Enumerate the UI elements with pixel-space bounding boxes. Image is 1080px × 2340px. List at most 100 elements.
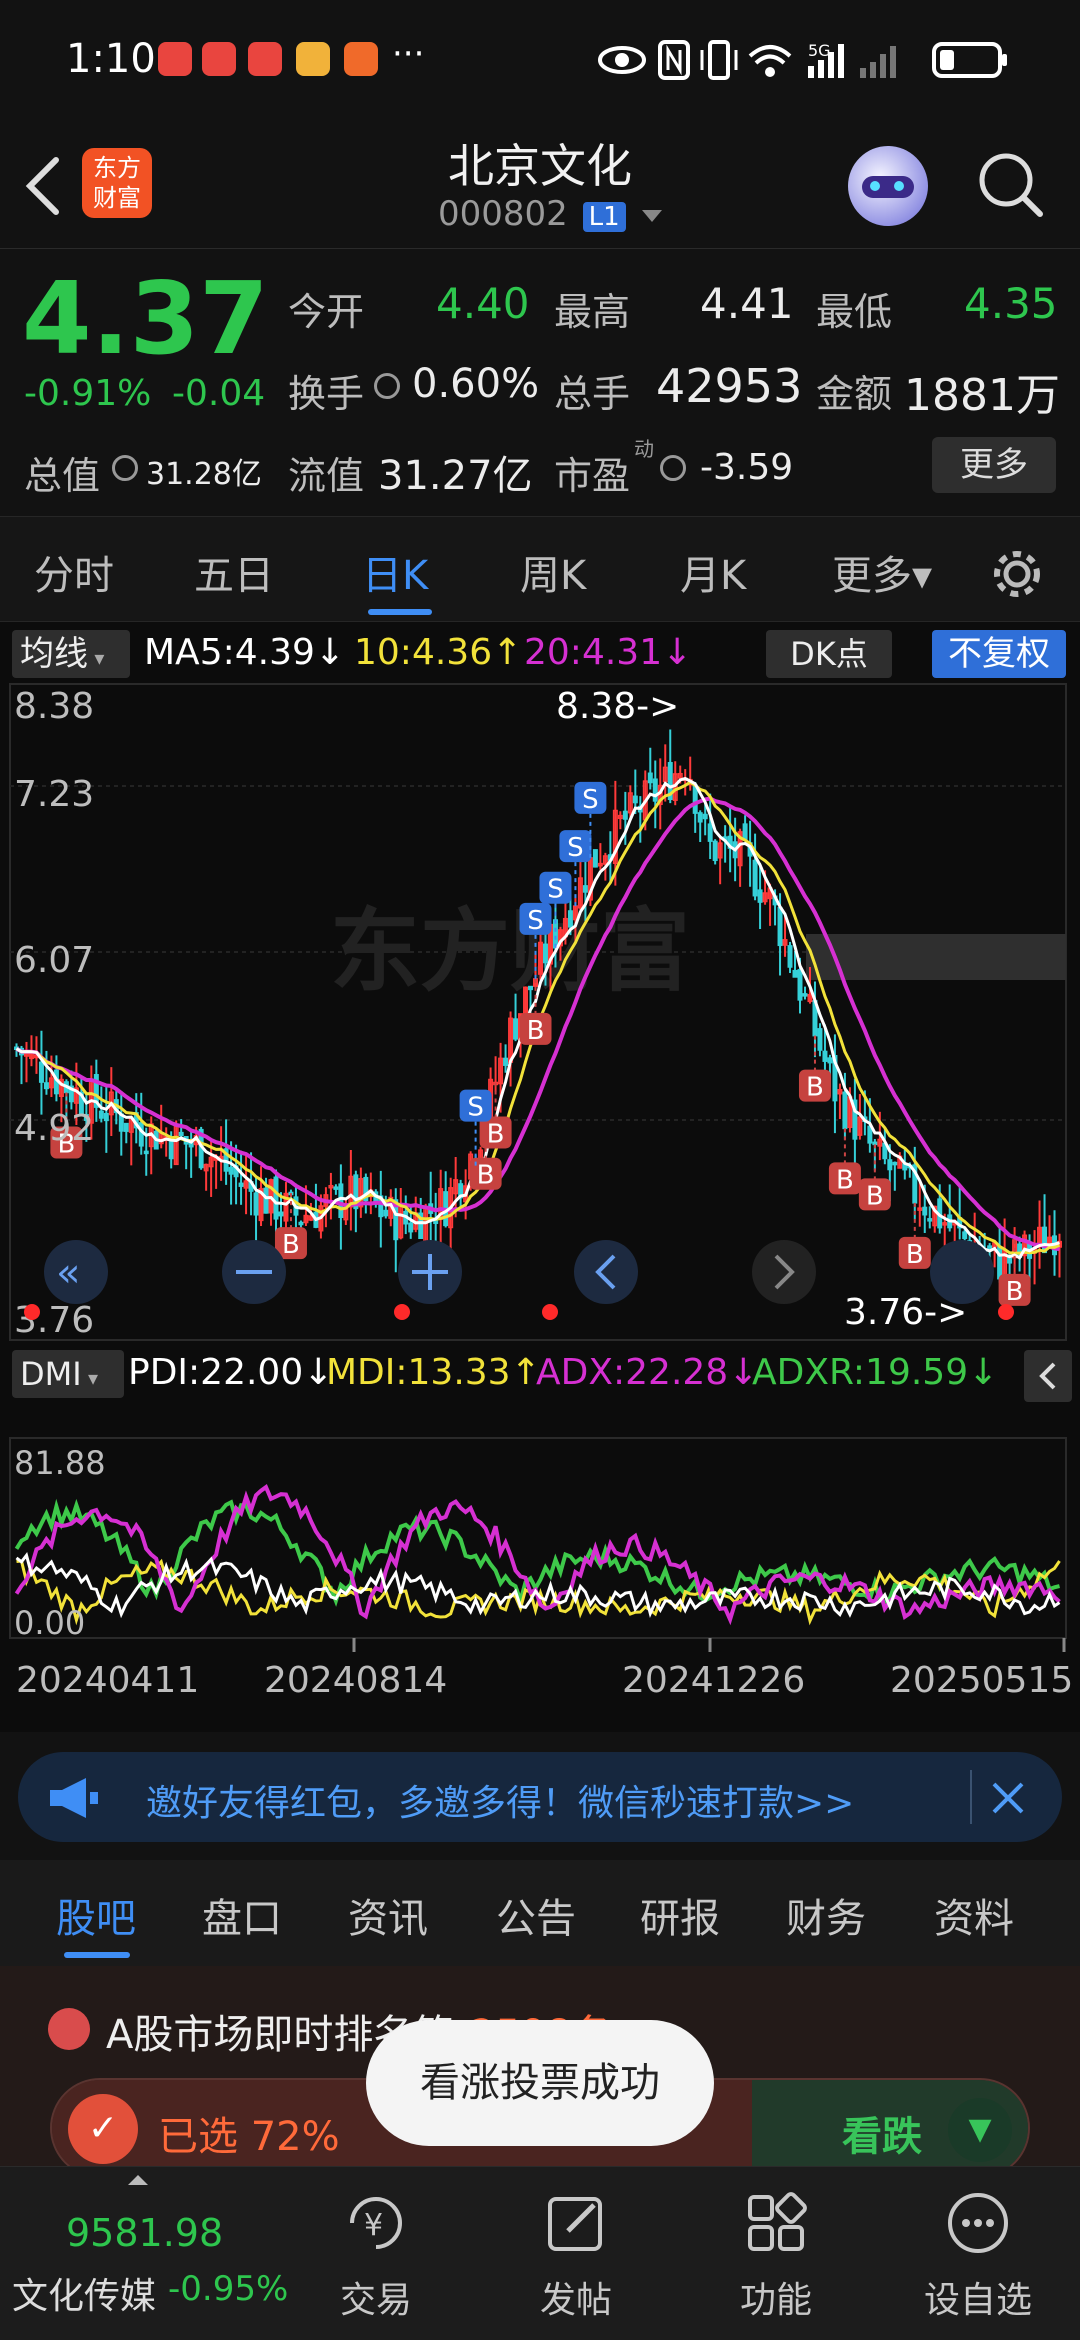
more-circle-icon [948, 2193, 1008, 2253]
candle-body [777, 906, 783, 947]
candle-body [263, 1187, 269, 1214]
candle-body [987, 1245, 993, 1250]
turnover-label: 换手 [288, 372, 365, 416]
nav-trade[interactable]: ¥ 交易 [276, 2167, 476, 2340]
candle-body [647, 772, 653, 784]
bottom-navigation: 9581.98 文化传媒 -0.95% ¥ 交易 发帖 功能 设自选 [0, 2166, 1080, 2340]
volume-value: 42953 [656, 359, 803, 413]
ma5-value: MA5:4.39↓ [144, 632, 346, 673]
candle-body [298, 1221, 304, 1226]
scroll-left-button[interactable] [574, 1240, 638, 1304]
svg-text:«: « [56, 1250, 80, 1296]
buy-marker-label: B [906, 1240, 924, 1270]
mktcap-value: 31.28亿 [146, 457, 262, 492]
quote-panel: 4.37 -0.91% -0.04 今开 4.40 最高 4.41 最低 4.3… [0, 248, 1080, 516]
event-dot [394, 1304, 410, 1320]
candle-body [228, 1166, 234, 1175]
info-icon[interactable] [112, 455, 138, 481]
candle-body [503, 1057, 509, 1066]
pdi-value: PDI:22.00↓ [128, 1352, 334, 1393]
candle-body [333, 1186, 339, 1190]
adx-line [14, 1498, 1060, 1608]
candle-body [338, 1183, 344, 1219]
nav-functions[interactable]: 功能 [676, 2167, 876, 2340]
candle-body [817, 1028, 823, 1051]
candle-body [892, 1161, 898, 1166]
ma10-value: 10:4.36↑ [354, 632, 523, 673]
index-quote[interactable]: 9581.98 文化传媒 -0.95% [0, 2167, 300, 2340]
robot-assistant-icon[interactable] [848, 146, 928, 226]
tab-finance[interactable]: 财务 [786, 1886, 866, 1944]
tab-five-day[interactable]: 五日 [194, 543, 274, 601]
search-icon[interactable] [976, 150, 1046, 220]
x-date-label: 20241226 [622, 1660, 805, 1701]
adjust-button[interactable]: 不复权 [932, 630, 1066, 678]
y-tick-label: 4.92 [14, 1108, 94, 1149]
dk-point-button[interactable]: DK点 [766, 630, 892, 678]
tab-research[interactable]: 研报 [640, 1886, 720, 1944]
info-icon[interactable] [374, 373, 400, 399]
ma20-value: 20:4.31↓ [524, 632, 693, 673]
collapse-indicator-button[interactable] [1024, 1350, 1072, 1402]
close-icon[interactable] [986, 1776, 1030, 1820]
tab-announcements[interactable]: 公告 [496, 1886, 576, 1944]
nfc-icon [658, 40, 690, 80]
scroll-right-button[interactable] [752, 1240, 816, 1304]
edit-post-icon [548, 2197, 602, 2251]
chart-period-tabs: 分时 五日 日K 周K 月K 更多▾ [0, 516, 1080, 622]
change-percent: -0.91% [24, 373, 152, 414]
vibrate-icon [700, 40, 738, 80]
tab-weekly-k[interactable]: 周K [520, 543, 586, 601]
zoom-in-button[interactable] [398, 1240, 462, 1304]
y-tick-label: 7.23 [14, 774, 94, 815]
nav-trade-label: 交易 [339, 2280, 412, 2321]
candle-body [822, 1050, 828, 1062]
zoom-out-button[interactable] [222, 1240, 286, 1304]
candle-body [792, 969, 798, 978]
tab-guba[interactable]: 股吧 [56, 1886, 136, 1944]
candle-body [887, 1159, 893, 1171]
candle-body [842, 1091, 848, 1130]
tab-news[interactable]: 资讯 [348, 1886, 428, 1944]
candle-body [922, 1206, 928, 1216]
stock-code-switcher[interactable]: 000802 L1 [438, 194, 663, 234]
ma-selector[interactable]: 均线 ▾ [12, 630, 130, 678]
tab-more[interactable]: 更多▾ [832, 543, 932, 601]
more-button[interactable]: 更多 [932, 437, 1056, 493]
max-price-label: 8.38-> [556, 686, 679, 727]
index-change: -0.95% [168, 2269, 289, 2309]
candle-body [542, 943, 548, 964]
change-amount: -0.04 [172, 373, 266, 414]
grid-apps-icon [748, 2192, 807, 2251]
kline-chart-area: 均线 ▾ MA5:4.39↓ 10:4.36↑ 20:4.31↓ DK点 不复权… [0, 622, 1080, 1732]
low-value: 4.35 [964, 279, 1058, 328]
scroll-right-fast-button[interactable] [930, 1240, 994, 1304]
candle-body [552, 919, 558, 949]
candle-body [178, 1131, 184, 1137]
level-badge: L1 [582, 202, 626, 232]
invite-banner[interactable]: 邀好友得红包，多邀多得！微信秒速打款>> [18, 1752, 1062, 1842]
sell-marker-label: S [582, 785, 599, 815]
dmi-y-min: 0.00 [14, 1604, 85, 1642]
float-label: 流值 [288, 454, 365, 498]
tab-daily-k[interactable]: 日K [362, 543, 428, 601]
fall-vote-button[interactable]: 看跌 [842, 2104, 922, 2162]
last-price: 4.37 [22, 260, 269, 377]
info-icon[interactable] [660, 455, 686, 481]
event-dot [24, 1304, 40, 1320]
tab-monthly-k[interactable]: 月K [680, 543, 746, 601]
nav-add-watchlist[interactable]: 设自选 [878, 2167, 1078, 2340]
candle-body [872, 1141, 878, 1146]
nav-post[interactable]: 发帖 [476, 2167, 676, 2340]
tab-pankou[interactable]: 盘口 [202, 1886, 282, 1944]
settings-gear-icon[interactable] [990, 547, 1044, 601]
candle-body [757, 889, 763, 903]
mdi-value: MDI:13.33↑ [326, 1352, 541, 1393]
candle-body [168, 1138, 174, 1160]
selected-percent: 已选 72% [158, 2114, 340, 2160]
x-date-label: 20240411 [16, 1660, 199, 1701]
tab-intraday[interactable]: 分时 [34, 543, 114, 601]
scroll-left-fast-button[interactable]: « [44, 1240, 108, 1304]
tab-profile[interactable]: 资料 [934, 1886, 1014, 1944]
dmi-selector[interactable]: DMI ▾ [12, 1350, 124, 1398]
